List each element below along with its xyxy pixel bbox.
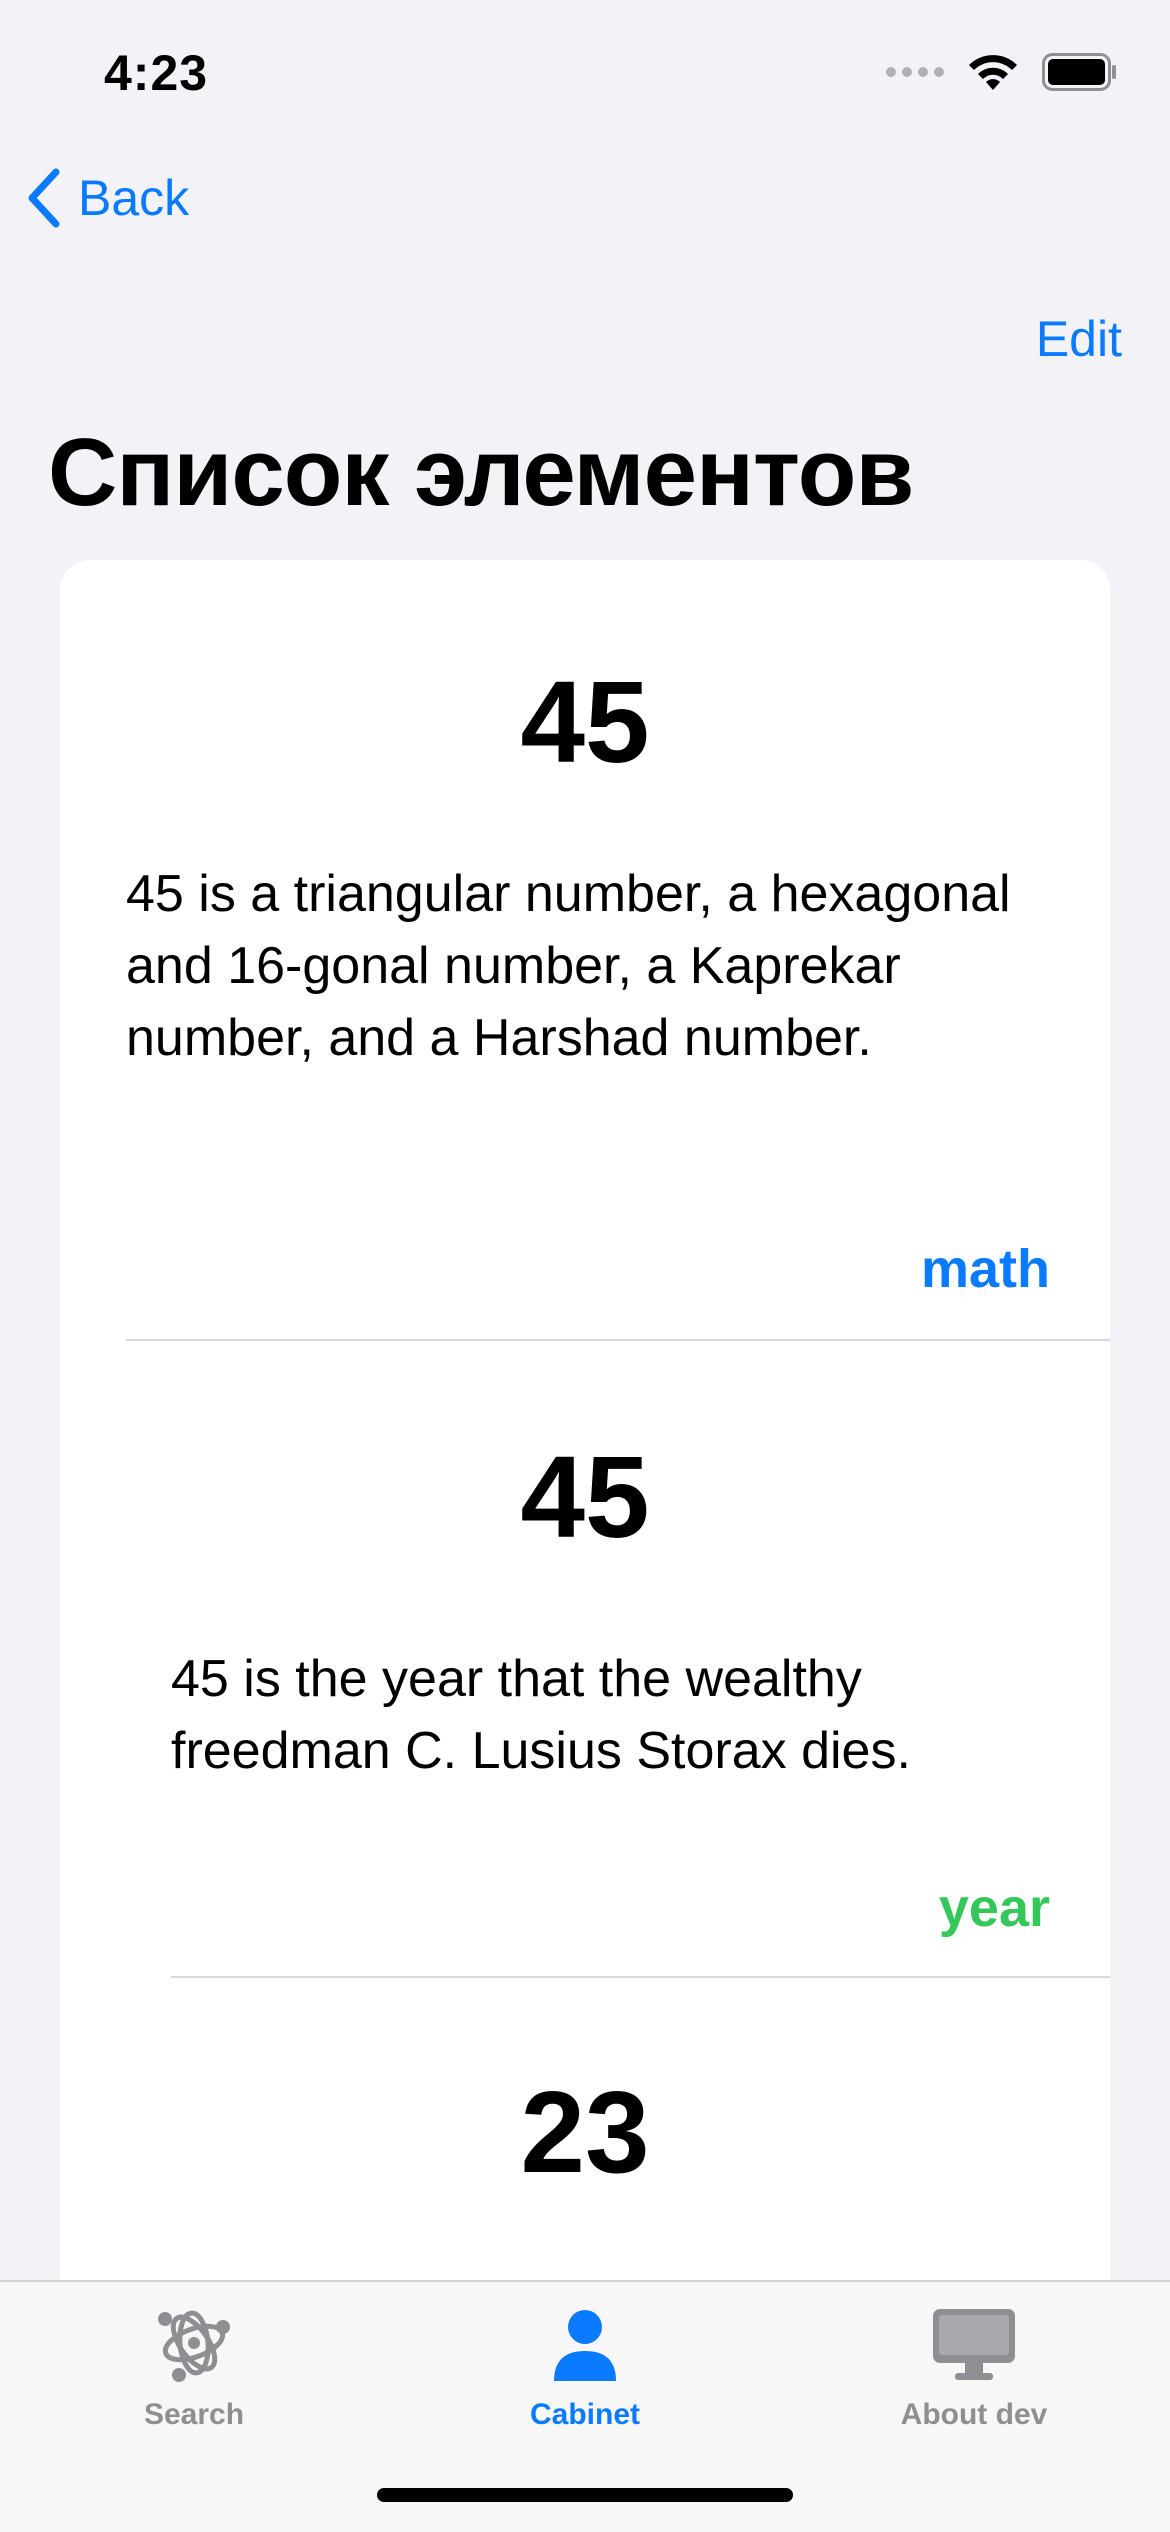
tab-search[interactable]: Search xyxy=(44,2300,344,2432)
cellular-signal-icon xyxy=(886,67,944,77)
item-category: year xyxy=(938,1878,1050,1938)
tab-about-dev[interactable]: About dev xyxy=(824,2300,1124,2432)
back-label: Back xyxy=(78,170,190,226)
home-indicator[interactable] xyxy=(377,2488,793,2502)
person-icon xyxy=(554,2310,616,2381)
item-fact-text: 45 is the year that the wealthy freedman… xyxy=(171,1650,911,1780)
edit-button[interactable]: Edit xyxy=(1036,310,1122,368)
back-button[interactable]: Back xyxy=(24,168,189,228)
status-time: 4:23 xyxy=(104,45,209,101)
tab-label: Search xyxy=(143,2398,245,2431)
row-divider xyxy=(171,1976,1110,1978)
status-bar: 4:23 xyxy=(0,0,1170,150)
tab-cabinet[interactable]: Cabinet xyxy=(435,2300,735,2432)
tab-label: About dev xyxy=(900,2398,1048,2431)
item-number: 23 xyxy=(520,2067,650,2197)
wifi-icon xyxy=(969,55,1017,90)
tab-label: Cabinet xyxy=(529,2398,640,2431)
chevron-left-icon xyxy=(28,168,60,228)
facts-list: 45 45 is a triangular number, a hexagona… xyxy=(60,560,1110,2360)
item-number: 45 xyxy=(520,1432,650,1562)
item-category: math xyxy=(920,1239,1050,1299)
monitor-icon xyxy=(933,2309,1015,2380)
row-divider xyxy=(126,1339,1110,1341)
item-fact-text: 45 is a triangular number, a hexagonal a… xyxy=(126,865,1011,1067)
battery-icon xyxy=(1042,53,1116,91)
status-icons xyxy=(886,52,1118,92)
screen: 4:23 Back Edit Список элементов 45 45 is… xyxy=(0,0,1170,2532)
item-number: 45 xyxy=(520,657,650,787)
page-title: Список элементов xyxy=(48,419,914,526)
search-molecule-icon xyxy=(158,2310,230,2382)
